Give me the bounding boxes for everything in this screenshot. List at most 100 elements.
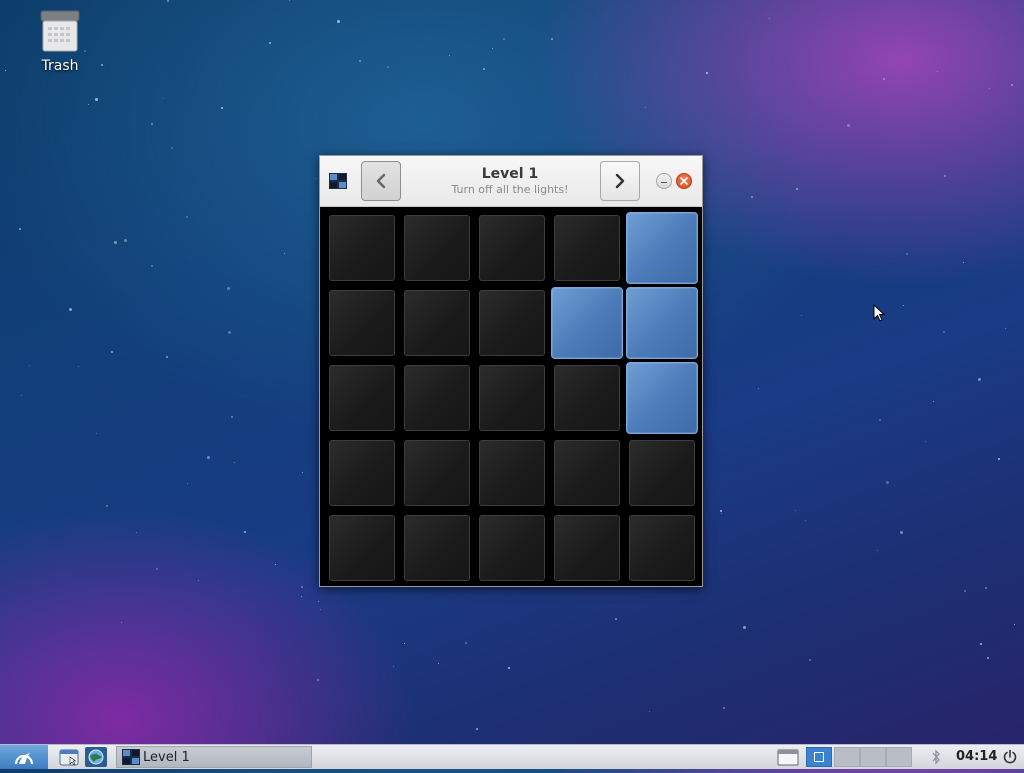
star xyxy=(337,20,340,23)
star xyxy=(318,601,319,602)
light-cell-r5-c5[interactable] xyxy=(629,515,695,581)
light-cell-r2-c3[interactable] xyxy=(479,290,545,356)
light-cell-r4-c2[interactable] xyxy=(404,440,470,506)
bluetooth-icon[interactable] xyxy=(930,749,942,765)
star xyxy=(883,78,885,80)
start-menu-button[interactable] xyxy=(0,745,48,769)
light-cell-r2-c2[interactable] xyxy=(404,290,470,356)
light-cell-r4-c4[interactable] xyxy=(554,440,620,506)
light-cell-r5-c3[interactable] xyxy=(479,515,545,581)
close-icon xyxy=(680,177,688,185)
star xyxy=(758,388,759,389)
star xyxy=(320,609,321,610)
light-cell-r2-c4[interactable] xyxy=(551,287,623,359)
star xyxy=(207,456,210,459)
star xyxy=(723,707,725,709)
previous-level-button[interactable] xyxy=(361,161,401,201)
light-cell-r4-c3[interactable] xyxy=(479,440,545,506)
light-cell-r5-c4[interactable] xyxy=(554,515,620,581)
star xyxy=(933,401,934,402)
star xyxy=(987,657,989,659)
light-cell-r2-c1[interactable] xyxy=(329,290,395,356)
workspace-3[interactable] xyxy=(860,747,886,767)
title-area: Level 1 Turn off all the lights! xyxy=(420,166,600,197)
star xyxy=(106,505,108,507)
launcher-file-manager[interactable] xyxy=(57,747,81,767)
star xyxy=(465,642,467,644)
star xyxy=(503,38,505,40)
star xyxy=(151,265,153,267)
star xyxy=(114,241,117,244)
taskbar-task-label: Level 1 xyxy=(143,750,190,765)
light-cell-r1-c3[interactable] xyxy=(479,215,545,281)
star xyxy=(275,564,276,565)
star xyxy=(944,175,946,177)
star xyxy=(359,60,361,62)
star xyxy=(171,147,173,149)
star xyxy=(21,395,22,396)
light-cell-r3-c2[interactable] xyxy=(404,365,470,431)
star xyxy=(809,659,811,661)
star xyxy=(163,98,164,99)
launcher-browser[interactable] xyxy=(84,747,108,767)
close-button[interactable] xyxy=(676,173,692,189)
light-cell-r1-c5[interactable] xyxy=(626,212,698,284)
light-cell-r4-c1[interactable] xyxy=(329,440,395,506)
light-cell-r4-c5[interactable] xyxy=(629,440,695,506)
star xyxy=(508,667,510,669)
star xyxy=(1011,84,1013,86)
light-cell-r2-c5[interactable] xyxy=(626,287,698,359)
light-cell-r5-c2[interactable] xyxy=(404,515,470,581)
star xyxy=(96,433,97,434)
star xyxy=(317,679,319,681)
show-desktop-button[interactable] xyxy=(776,747,800,767)
star xyxy=(5,70,6,71)
light-cell-r3-c4[interactable] xyxy=(554,365,620,431)
light-cell-r3-c1[interactable] xyxy=(329,365,395,431)
star xyxy=(900,531,903,534)
star xyxy=(315,178,316,179)
star xyxy=(228,331,231,334)
light-cell-r3-c3[interactable] xyxy=(479,365,545,431)
star xyxy=(19,228,21,230)
star xyxy=(706,72,708,74)
browser-icon xyxy=(85,747,107,767)
light-cell-r1-c1[interactable] xyxy=(329,215,395,281)
star xyxy=(903,305,904,306)
lights-off-icon[interactable] xyxy=(329,173,347,189)
workspace-1[interactable] xyxy=(806,747,832,767)
star xyxy=(449,55,450,56)
star xyxy=(187,483,188,484)
light-cell-r5-c1[interactable] xyxy=(329,515,395,581)
star xyxy=(269,42,271,44)
light-cell-r1-c2[interactable] xyxy=(404,215,470,281)
file-manager-icon xyxy=(59,749,79,766)
star xyxy=(937,71,938,72)
star xyxy=(483,68,485,70)
minimize-button[interactable] xyxy=(656,173,672,189)
trash-icon xyxy=(40,10,80,52)
star xyxy=(721,513,722,514)
window-title: Level 1 xyxy=(481,166,539,182)
power-icon[interactable] xyxy=(1002,749,1018,765)
desktop-icon-trash[interactable]: Trash xyxy=(26,10,94,74)
star xyxy=(1014,624,1015,625)
star xyxy=(136,532,137,533)
clock[interactable]: 04:14 xyxy=(956,749,997,764)
header-bar[interactable]: Level 1 Turn off all the lights! xyxy=(320,156,702,207)
star xyxy=(166,356,168,358)
workspace-4[interactable] xyxy=(886,747,912,767)
chevron-right-icon xyxy=(615,173,625,189)
lights-off-window: Level 1 Turn off all the lights! xyxy=(319,155,703,587)
taskbar: Level 1 04:14 xyxy=(0,744,1024,769)
star xyxy=(847,124,850,127)
star xyxy=(769,18,770,19)
workspace-2[interactable] xyxy=(834,747,860,767)
light-cell-r3-c5[interactable] xyxy=(626,362,698,434)
next-level-button[interactable] xyxy=(600,161,640,201)
star xyxy=(476,728,478,730)
mouse-cursor-icon xyxy=(873,304,885,322)
star xyxy=(645,107,646,108)
taskbar-task-level-1[interactable]: Level 1 xyxy=(116,746,312,768)
light-cell-r1-c4[interactable] xyxy=(554,215,620,281)
